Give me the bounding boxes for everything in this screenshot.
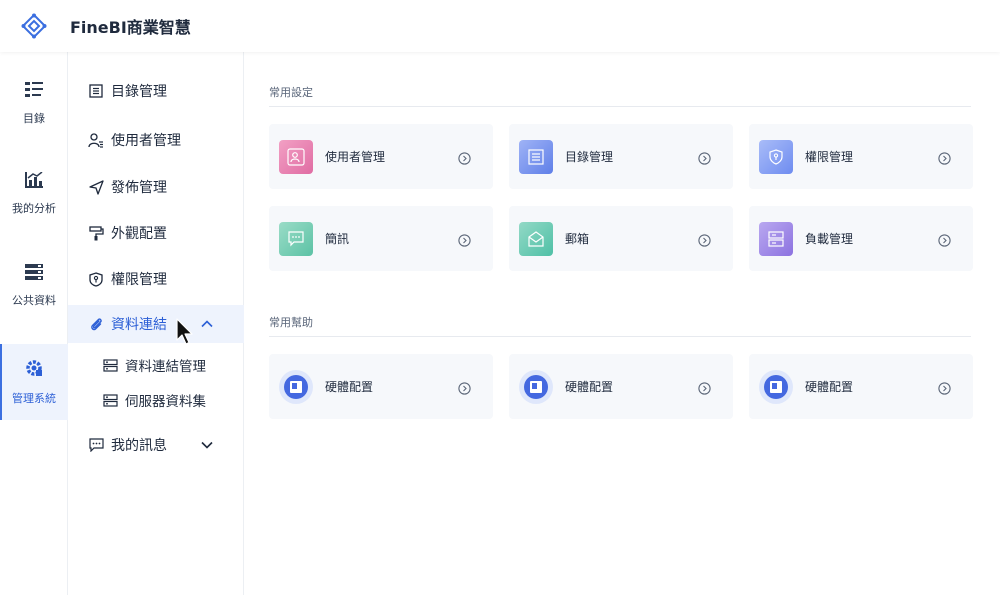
card-user-management[interactable]: 使用者管理 [269,124,493,189]
card-label: 硬體配置 [325,380,374,394]
arrow-circle-right-icon[interactable] [698,150,711,165]
sidebar-item-server-dataset[interactable]: 伺服器資料集 [68,383,244,417]
list-card-icon [519,139,553,174]
sidebar-item-label: 伺服器資料集 [125,394,206,410]
card-hardware-config[interactable]: 硬體配置 [509,354,733,419]
hardware-icon [759,369,793,404]
left-rail: 目錄 我的分析 公共資料 管理系統 [0,52,68,595]
gear-icon [24,358,44,382]
card-label: 硬體配置 [565,380,614,394]
arrow-circle-right-icon[interactable] [698,232,711,247]
arrow-circle-right-icon[interactable] [938,380,951,395]
sidebar-item-publish-management[interactable]: 發佈管理 [68,168,244,206]
secondary-sidebar: 目錄管理 使用者管理 發佈管理 外觀配置 權限管理 資料連結 資料連結管理 伺服… [68,52,244,595]
rail-label-directory: 目錄 [23,112,45,125]
section-title-common-settings: 常用設定 [269,86,313,99]
database-icon [25,264,43,284]
shield-icon [88,271,104,287]
chevron-up-icon[interactable] [200,317,214,331]
sidebar-item-label: 使用者管理 [111,133,181,149]
mouse-pointer-icon [176,318,196,346]
card-label: 目錄管理 [565,150,614,164]
card-label: 簡訊 [325,232,350,246]
sidebar-item-data-connection[interactable]: 資料連結 [68,305,244,343]
sms-icon [279,221,313,256]
user-card-icon [279,139,313,174]
rail-item-management[interactable]: 管理系統 [0,344,68,420]
arrow-circle-right-icon[interactable] [458,380,471,395]
rail-item-directory[interactable]: 目錄 [0,82,68,132]
server-card-icon [759,221,793,256]
rail-label-public-data: 公共資料 [12,294,56,307]
sidebar-item-directory-management[interactable]: 目錄管理 [68,72,244,110]
arrow-circle-right-icon[interactable] [458,232,471,247]
chevron-down-icon[interactable] [200,438,214,452]
main-content: 常用設定 使用者管理 目錄管理 權限管理 簡訊 郵箱 負載管理 常用幫助 硬體配… [244,52,1000,595]
divider [269,336,971,337]
arrow-circle-right-icon[interactable] [698,380,711,395]
sidebar-item-user-management[interactable]: 使用者管理 [68,121,244,159]
finebi-logo-icon[interactable] [0,0,68,52]
card-label: 郵箱 [565,232,590,246]
sidebar-item-label: 資料連結 [111,317,167,333]
section-title-common-help: 常用幫助 [269,316,313,329]
sidebar-item-label: 權限管理 [111,272,167,288]
arrow-circle-right-icon[interactable] [458,150,471,165]
paint-roller-icon [88,225,104,241]
card-sms[interactable]: 簡訊 [269,206,493,271]
card-hardware-config[interactable]: 硬體配置 [269,354,493,419]
sidebar-item-permission[interactable]: 權限管理 [68,260,244,298]
directory-icon [25,82,43,102]
send-icon [88,179,104,195]
hardware-icon [279,369,313,404]
server-icon [102,357,118,373]
server-icon [102,392,118,408]
app-title: FineBI商業智慧 [70,18,191,37]
card-permission-management[interactable]: 權限管理 [749,124,973,189]
rail-item-my-analysis[interactable]: 我的分析 [0,171,68,222]
list-icon [88,83,104,99]
card-label: 使用者管理 [325,150,386,164]
top-header: FineBI商業智慧 [0,0,1000,52]
paperclip-icon [88,316,104,332]
sidebar-item-data-connection-management[interactable]: 資料連結管理 [68,348,244,382]
shield-card-icon [759,139,793,174]
rail-label-management: 管理系統 [12,392,56,405]
card-label: 負載管理 [805,232,854,246]
sidebar-item-my-messages[interactable]: 我的訊息 [68,426,244,464]
card-label: 權限管理 [805,150,854,164]
sidebar-item-label: 資料連結管理 [125,359,206,375]
arrow-circle-right-icon[interactable] [938,150,951,165]
sidebar-item-label: 我的訊息 [111,438,167,454]
card-load-management[interactable]: 負載管理 [749,206,973,271]
divider [269,106,971,107]
user-icon [88,132,104,148]
card-directory-management[interactable]: 目錄管理 [509,124,733,189]
sidebar-item-label: 發佈管理 [111,180,167,196]
sidebar-item-label: 目錄管理 [111,84,167,100]
card-label: 硬體配置 [805,380,854,394]
hardware-icon [519,369,553,404]
analysis-chart-icon [25,171,43,192]
message-icon [88,437,104,453]
mail-icon [519,221,553,256]
sidebar-item-label: 外觀配置 [111,226,167,242]
card-hardware-config[interactable]: 硬體配置 [749,354,973,419]
rail-label-my-analysis: 我的分析 [12,202,56,215]
card-mailbox[interactable]: 郵箱 [509,206,733,271]
sidebar-item-appearance[interactable]: 外觀配置 [68,214,244,252]
arrow-circle-right-icon[interactable] [938,232,951,247]
rail-item-public-data[interactable]: 公共資料 [0,264,68,314]
